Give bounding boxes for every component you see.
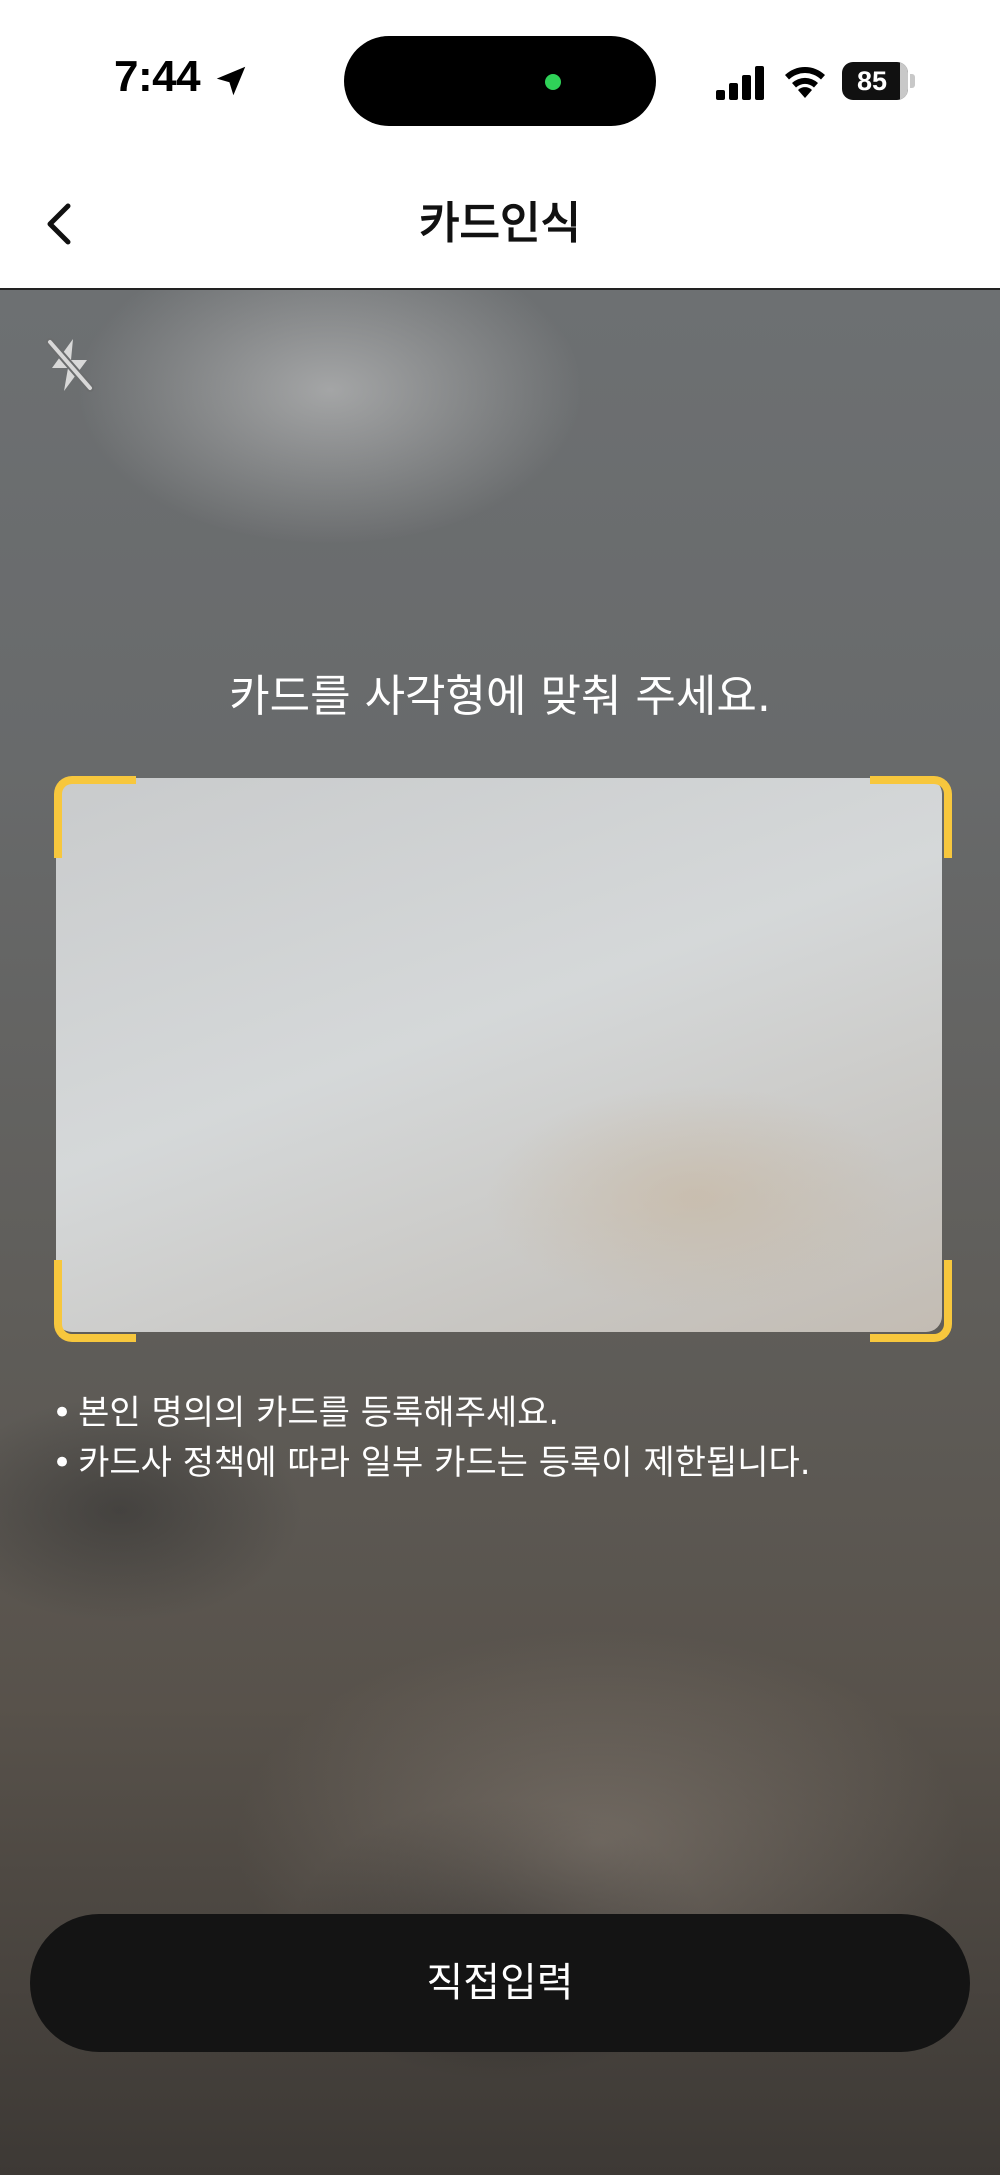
battery-level: 85 — [856, 66, 888, 96]
notice-item: 카드사 정책에 따라 일부 카드는 등록이 제한됩니다. — [52, 1438, 952, 1488]
location-arrow-icon — [216, 66, 246, 96]
direct-input-button[interactable]: 직접입력 — [30, 1914, 970, 2052]
camera-view: 카드를 사각형에 맞춰 주세요. 본인 명의의 카드를 등록해주세요. 카드사 … — [0, 290, 1000, 2175]
scan-instruction: 카드를 사각형에 맞춰 주세요. — [229, 671, 771, 722]
flash-toggle-button[interactable] — [42, 334, 98, 396]
notice-list: 본인 명의의 카드를 등록해주세요. 카드사 정책에 따라 일부 카드는 등록이… — [52, 1388, 952, 1488]
scan-frame-corner-bottom-right — [870, 1260, 952, 1342]
cellular-signal-icon — [716, 66, 764, 100]
page-title: 카드인식 — [419, 198, 581, 249]
battery-tip — [910, 74, 915, 88]
flash-off-icon — [46, 338, 94, 392]
nav-header: 카드인식 — [0, 160, 1000, 290]
chevron-left-icon — [47, 203, 71, 245]
dynamic-island — [344, 36, 656, 126]
notice-item: 본인 명의의 카드를 등록해주세요. — [52, 1388, 952, 1438]
scan-frame-corner-top-left — [54, 776, 136, 858]
scan-frame-corner-top-right — [870, 776, 952, 858]
status-bar: 7:44 85 — [0, 0, 1000, 160]
status-time: 7:44 — [114, 52, 201, 101]
back-button[interactable] — [30, 192, 94, 256]
battery-indicator: 85 — [842, 62, 916, 100]
card-scan-frame — [56, 778, 942, 1332]
battery-body: 85 — [842, 62, 908, 100]
camera-indicator-dot — [545, 74, 561, 90]
scan-frame-corner-bottom-left — [54, 1260, 136, 1342]
wifi-icon — [785, 67, 825, 98]
